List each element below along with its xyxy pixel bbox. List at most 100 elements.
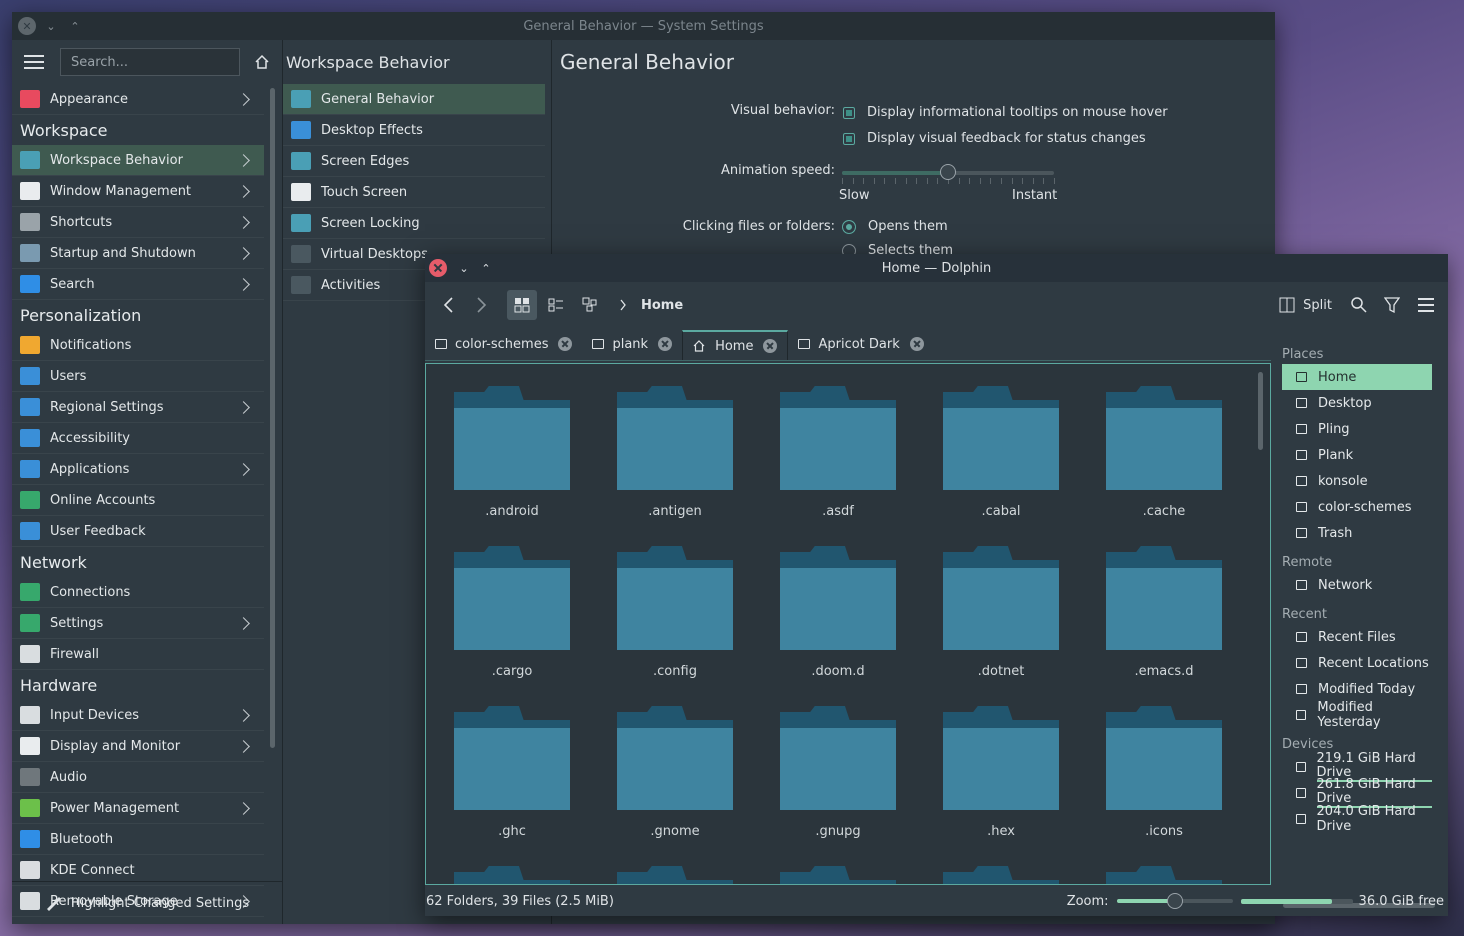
folder-item[interactable]: [780, 866, 896, 884]
sidebar-item-bluetooth[interactable]: Bluetooth: [12, 824, 264, 855]
sidebar-item-firewall[interactable]: Firewall: [12, 639, 264, 670]
folder-item[interactable]: [617, 386, 733, 490]
sidebar-item-power-management[interactable]: Power Management: [12, 793, 264, 824]
folder-item[interactable]: [943, 546, 1059, 650]
folder-item[interactable]: [454, 866, 570, 884]
sidebar-item-search[interactable]: Search: [12, 269, 264, 300]
search-icon[interactable]: [1350, 296, 1368, 314]
sidebar-item-window-management[interactable]: Window Management: [12, 176, 264, 207]
icons-view-button[interactable]: [507, 290, 537, 320]
opens-radio[interactable]: [842, 219, 856, 234]
submodule-desktop-effects[interactable]: Desktop Effects: [283, 115, 545, 146]
close-tab-icon[interactable]: [658, 337, 673, 351]
places-item-konsole[interactable]: konsole: [1282, 468, 1432, 494]
tab-color-schemes[interactable]: color-schemes: [425, 330, 582, 358]
home-icon[interactable]: [254, 54, 270, 70]
zoom-slider[interactable]: [1116, 893, 1233, 909]
tab-apricot-dark[interactable]: Apricot Dark: [788, 330, 933, 358]
submodule-general-behavior[interactable]: General Behavior: [283, 84, 545, 115]
sidebar-item-appearance[interactable]: Appearance: [12, 84, 264, 115]
sidebar-item-regional-settings[interactable]: Regional Settings: [12, 392, 264, 423]
folder-item[interactable]: [943, 386, 1059, 490]
folder-item[interactable]: [1106, 866, 1222, 884]
folder-item[interactable]: [617, 866, 733, 884]
sidebar-item-users[interactable]: Users: [12, 361, 264, 392]
sidebar-item-input-devices[interactable]: Input Devices: [12, 700, 264, 731]
submodule-screen-edges[interactable]: Screen Edges: [283, 146, 545, 177]
folder-item[interactable]: [780, 546, 896, 650]
folder-item[interactable]: [617, 706, 733, 810]
places-item-pling[interactable]: Pling: [1282, 416, 1432, 442]
split-button[interactable]: Split: [1279, 297, 1332, 313]
filter-icon[interactable]: [1384, 296, 1400, 314]
breadcrumb-chevron-icon: [620, 299, 626, 311]
sidebar-item-accessibility[interactable]: Accessibility: [12, 423, 264, 454]
sidebar-item-connections[interactable]: Connections: [12, 577, 264, 608]
file-view-scrollbar[interactable]: [1258, 372, 1263, 450]
close-tab-icon[interactable]: [909, 337, 924, 351]
details-view-button[interactable]: [575, 290, 605, 320]
sidebar-item-icon: [20, 367, 40, 385]
submodule-screen-locking[interactable]: Screen Locking: [283, 208, 545, 239]
search-input[interactable]: Search...: [60, 48, 240, 76]
animation-speed-slider[interactable]: [842, 164, 1055, 184]
file-view[interactable]: .android .antigen .asdf .cabal .cache .cargo.…: [425, 363, 1271, 885]
places-item-modified-yesterday[interactable]: Modified Yesterday: [1282, 700, 1432, 730]
folder-item[interactable]: [617, 546, 733, 650]
sidebar-item-online-accounts[interactable]: Online Accounts: [12, 485, 264, 516]
opens-radio-row[interactable]: Opens them: [842, 219, 948, 234]
places-item-color-schemes[interactable]: color-schemes: [1282, 494, 1432, 520]
places-item-204-0-gib-hard-drive[interactable]: 204.0 GiB Hard Drive: [1282, 804, 1432, 834]
highlight-changed-settings-button[interactable]: Highlight Changed Settings: [12, 881, 282, 924]
sidebar-item-notifications[interactable]: Notifications: [12, 330, 264, 361]
compact-view-button[interactable]: [541, 290, 571, 320]
folder-item[interactable]: [454, 546, 570, 650]
places-item-261-8-gib-hard-drive[interactable]: 261.8 GiB Hard Drive: [1282, 778, 1432, 808]
feedback-checkbox-row[interactable]: Display visual feedback for status chang…: [842, 131, 1146, 146]
places-item-modified-today[interactable]: Modified Today: [1282, 676, 1432, 702]
folder-item[interactable]: [1106, 386, 1222, 490]
hamburger-menu-icon[interactable]: [1418, 298, 1434, 312]
sidebar-scrollbar[interactable]: [270, 88, 275, 748]
sidebar-item-shortcuts[interactable]: Shortcuts: [12, 207, 264, 238]
places-item-network[interactable]: Network: [1282, 572, 1432, 598]
submodule-touch-screen[interactable]: Touch Screen: [283, 177, 545, 208]
folder-item[interactable]: [1106, 546, 1222, 650]
slider-handle[interactable]: [940, 164, 956, 180]
close-tab-icon[interactable]: [763, 339, 778, 353]
places-item-home[interactable]: Home: [1282, 364, 1432, 390]
feedback-checkbox[interactable]: [842, 131, 856, 146]
folder-item[interactable]: [943, 866, 1059, 884]
folder-icon-front: [454, 728, 570, 810]
sidebar-item-startup-and-shutdown[interactable]: Startup and Shutdown: [12, 238, 264, 269]
folder-item[interactable]: [1106, 706, 1222, 810]
sidebar-item-audio[interactable]: Audio: [12, 762, 264, 793]
forward-button[interactable]: [467, 290, 497, 320]
places-item-recent-locations[interactable]: Recent Locations: [1282, 650, 1432, 676]
sidebar-item-settings[interactable]: Settings: [12, 608, 264, 639]
folder-item[interactable]: [454, 386, 570, 490]
places-item-recent-files[interactable]: Recent Files: [1282, 624, 1432, 650]
sidebar-item-display-and-monitor[interactable]: Display and Monitor: [12, 731, 264, 762]
sidebar-item-applications[interactable]: Applications: [12, 454, 264, 485]
breadcrumb-home[interactable]: Home: [641, 298, 683, 313]
hamburger-menu-icon[interactable]: [24, 55, 44, 69]
sidebar-item-workspace-behavior[interactable]: Workspace Behavior: [12, 145, 264, 176]
folder-item[interactable]: [943, 706, 1059, 810]
places-item-desktop[interactable]: Desktop: [1282, 390, 1432, 416]
tab-plank[interactable]: plank: [582, 330, 682, 358]
sidebar-item-icon: [20, 830, 40, 848]
sidebar-item-user-feedback[interactable]: User Feedback: [12, 516, 264, 547]
folder-item[interactable]: [780, 386, 896, 490]
tooltips-checkbox-row[interactable]: Display informational tooltips on mouse …: [842, 105, 1168, 120]
zoom-handle[interactable]: [1166, 893, 1183, 909]
back-button[interactable]: [433, 290, 463, 320]
places-item-plank[interactable]: Plank: [1282, 442, 1432, 468]
tab-home[interactable]: Home: [682, 330, 789, 360]
folder-item[interactable]: [780, 706, 896, 810]
places-item-trash[interactable]: Trash: [1282, 520, 1432, 546]
tooltips-checkbox[interactable]: [842, 105, 856, 120]
folder-item[interactable]: [454, 706, 570, 810]
close-tab-icon[interactable]: [558, 337, 573, 351]
submodule-label: Screen Edges: [321, 153, 410, 169]
